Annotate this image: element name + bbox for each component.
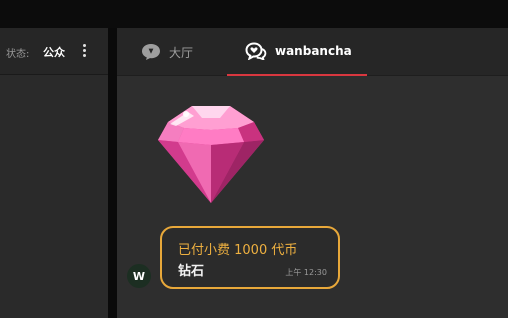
avatar[interactable]: W [127, 264, 151, 288]
chat-bubble-icon [142, 44, 160, 60]
tab-wanbancha-label: wanbancha [275, 44, 352, 58]
tab-lobby-label: 大厅 [169, 45, 194, 60]
window-top-bar [0, 0, 508, 28]
tip-amount-text: 已付小费 1000 代币 [178, 243, 298, 258]
status-value[interactable]: 公众 [43, 44, 65, 60]
left-panel-header: 状态: 公众 [0, 28, 108, 75]
message-timestamp: 上午 12:30 [285, 268, 327, 277]
status-label: 状态: [6, 49, 30, 60]
tip-message-bubble: 已付小费 1000 代币 钻石 上午 12:30 [160, 226, 340, 289]
left-panel: 状态: 公众 [0, 28, 108, 318]
tab-lobby[interactable]: 大厅 [141, 28, 193, 76]
diamond-icon [158, 106, 264, 203]
heart-chat-icon [245, 42, 267, 60]
chat-panel: 大厅 wanbancha W 已付小费 1000 代币 钻石 上午 12:30 [117, 28, 508, 318]
tip-item-name: 钻石 [178, 264, 205, 279]
panel-divider[interactable] [108, 28, 117, 318]
more-options-icon[interactable] [80, 42, 88, 60]
tab-bar: 大厅 wanbancha [117, 28, 508, 76]
tab-wanbancha[interactable]: wanbancha [227, 28, 367, 76]
